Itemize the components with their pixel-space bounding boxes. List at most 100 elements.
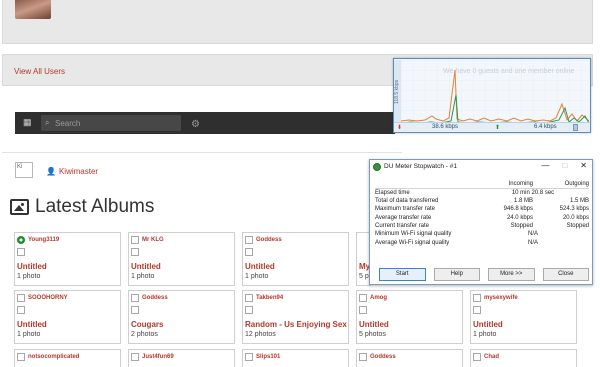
table-row: Elapsed time 10 min 20.8 sec	[375, 189, 589, 198]
avatar-icon	[17, 353, 25, 361]
search-icon: ⌕	[45, 118, 50, 127]
album-card[interactable]: notsocomplicated	[14, 349, 121, 367]
du-meter-graph[interactable]: 118.5 kbps We have 0 guests and one memb…	[393, 58, 591, 133]
album-card[interactable]: Chad	[470, 349, 577, 367]
row-label: Current transfer rate	[375, 223, 430, 230]
album-card[interactable]: SOOOHORNY Untitled 1 photo	[14, 290, 121, 344]
album-thumbnail[interactable]	[245, 306, 253, 314]
user-avatar[interactable]	[15, 0, 51, 19]
search-input[interactable]	[55, 115, 151, 131]
album-owner[interactable]: notsocomplicated	[28, 354, 79, 360]
album-thumbnail[interactable]	[131, 306, 139, 314]
table-row: Minimum Wi-Fi signal quality N/A	[375, 230, 589, 238]
graph-axis-label: 118.5 kbps	[394, 60, 401, 124]
album-photo-count: 1 photo	[473, 331, 497, 338]
album-thumbnail[interactable]	[473, 306, 481, 314]
album-photo-count: 1 photo	[131, 273, 155, 280]
album-owner[interactable]: Mr KLG	[142, 237, 164, 243]
album-title[interactable]: Untitled	[17, 320, 47, 329]
album-owner[interactable]: Takben94	[256, 295, 283, 301]
row-label: Total of data transferred	[375, 198, 439, 205]
profile-username[interactable]: 👤 Kiwimaster	[46, 167, 98, 176]
more-button[interactable]: More >>	[488, 268, 535, 281]
view-all-users-link[interactable]: View All Users	[14, 67, 65, 76]
album-card[interactable]: Mr KLG Untitled 1 photo	[128, 232, 235, 286]
avatar-icon	[245, 236, 253, 244]
outgoing-header: Outgoing	[533, 180, 589, 189]
close-icon[interactable]: ✕	[580, 161, 587, 170]
window-title: DU Meter Stopwatch - #1	[384, 163, 457, 170]
album-owner[interactable]: Just4fun69	[142, 354, 174, 360]
album-thumbnail[interactable]	[359, 306, 367, 314]
album-thumbnail[interactable]	[17, 248, 25, 256]
album-title[interactable]: Untitled	[245, 262, 275, 271]
album-title[interactable]: Untitled	[359, 320, 389, 329]
upload-rate: 6.4 kbps	[534, 124, 557, 130]
incoming-value: 24.0 kbps	[506, 214, 533, 221]
outgoing-value: Stopped	[566, 223, 589, 230]
gear-icon[interactable]: ⚙	[191, 118, 200, 132]
user-icon: 👤	[46, 167, 56, 176]
album-owner[interactable]: SOOOHORNY	[28, 295, 68, 301]
row-label: Average transfer rate	[375, 214, 432, 221]
album-title[interactable]: Untitled	[17, 262, 47, 271]
download-rate: 38.6 kbps	[432, 124, 459, 130]
album-card-header: Takben94	[245, 293, 283, 303]
graph-options-icon[interactable]	[573, 124, 578, 131]
album-title[interactable]: Untitled	[473, 320, 503, 329]
album-card[interactable]: Goddess Untitled 1 photo	[242, 232, 349, 286]
album-card[interactable]: Takben94 Random - Us Enjoying Sex 12 pho…	[242, 290, 349, 344]
album-photo-count: 2 photos	[131, 331, 158, 338]
album-owner[interactable]: Chad	[484, 354, 499, 360]
album-title[interactable]: Cougars	[131, 320, 163, 329]
upload-arrow-icon: ⬆	[495, 125, 501, 131]
row-value: N/A	[527, 231, 538, 238]
avatar-icon	[359, 294, 367, 302]
minimize-icon[interactable]: —	[541, 161, 549, 170]
album-card[interactable]: Young3119 Untitled 1 photo	[14, 232, 121, 286]
latest-albums-title: Latest Albums	[35, 196, 155, 217]
album-owner[interactable]: Goddess	[142, 295, 168, 301]
album-thumbnail[interactable]	[17, 306, 25, 314]
album-owner[interactable]: Young3119	[28, 237, 59, 243]
album-card[interactable]: Amog Untitled 5 photos	[356, 290, 463, 344]
album-card-header: Mr KLG	[131, 235, 164, 245]
stopwatch-stats-table: Incoming Outgoing Elapsed time 10 min 20.…	[375, 180, 589, 247]
help-button[interactable]: Help	[433, 268, 480, 281]
album-card[interactable]: mysexywife Untitled 1 photo	[470, 290, 577, 344]
row-label: Minimum Wi-Fi signal quality	[375, 231, 452, 238]
album-card[interactable]: Just4fun69	[128, 349, 235, 367]
profile-username-label: Kiwimaster	[58, 167, 99, 176]
album-card[interactable]: Goddess Cougars 2 photos	[128, 290, 235, 344]
album-title[interactable]: Random - Us Enjoying Sex	[245, 320, 347, 329]
outgoing-value: 1.5 MB	[569, 198, 589, 205]
grid-menu-icon[interactable]: ▦	[23, 118, 32, 127]
close-button[interactable]: Close	[542, 268, 589, 281]
album-thumbnail[interactable]	[245, 248, 253, 256]
window-titlebar[interactable]: DU Meter Stopwatch - #1 — □ ✕	[370, 160, 592, 174]
album-card-header: Amog	[359, 293, 387, 303]
album-owner[interactable]: Amog	[370, 295, 387, 301]
album-card-header: notsocomplicated	[17, 352, 79, 362]
album-card-header: Young3119	[17, 235, 59, 245]
top-user-strip	[2, 0, 593, 44]
site-search-bar: ▦ ⌕ ⚙	[15, 112, 395, 134]
album-title[interactable]: Untitled	[131, 262, 161, 271]
album-photo-count: 1 photo	[17, 331, 41, 338]
avatar-icon	[131, 353, 139, 361]
album-card[interactable]: Goddess	[356, 349, 463, 367]
avatar-icon	[17, 294, 25, 302]
album-card-header: mysexywife	[473, 293, 518, 303]
row-value: 10 min 20.8 sec	[511, 190, 555, 196]
album-owner[interactable]: Goddess	[370, 354, 396, 360]
album-owner[interactable]: Goddess	[256, 237, 282, 243]
search-box[interactable]: ⌕ ⚙	[41, 115, 200, 131]
album-photo-count: 1 photo	[17, 273, 41, 280]
row-value: N/A	[527, 239, 538, 246]
album-owner[interactable]: mysexywife	[484, 295, 518, 301]
album-card-header: Slips101	[245, 352, 280, 362]
album-thumbnail[interactable]	[131, 248, 139, 256]
start-button[interactable]: Start	[379, 268, 426, 281]
album-owner[interactable]: Slips101	[256, 354, 280, 360]
album-card[interactable]: Slips101	[242, 349, 349, 367]
